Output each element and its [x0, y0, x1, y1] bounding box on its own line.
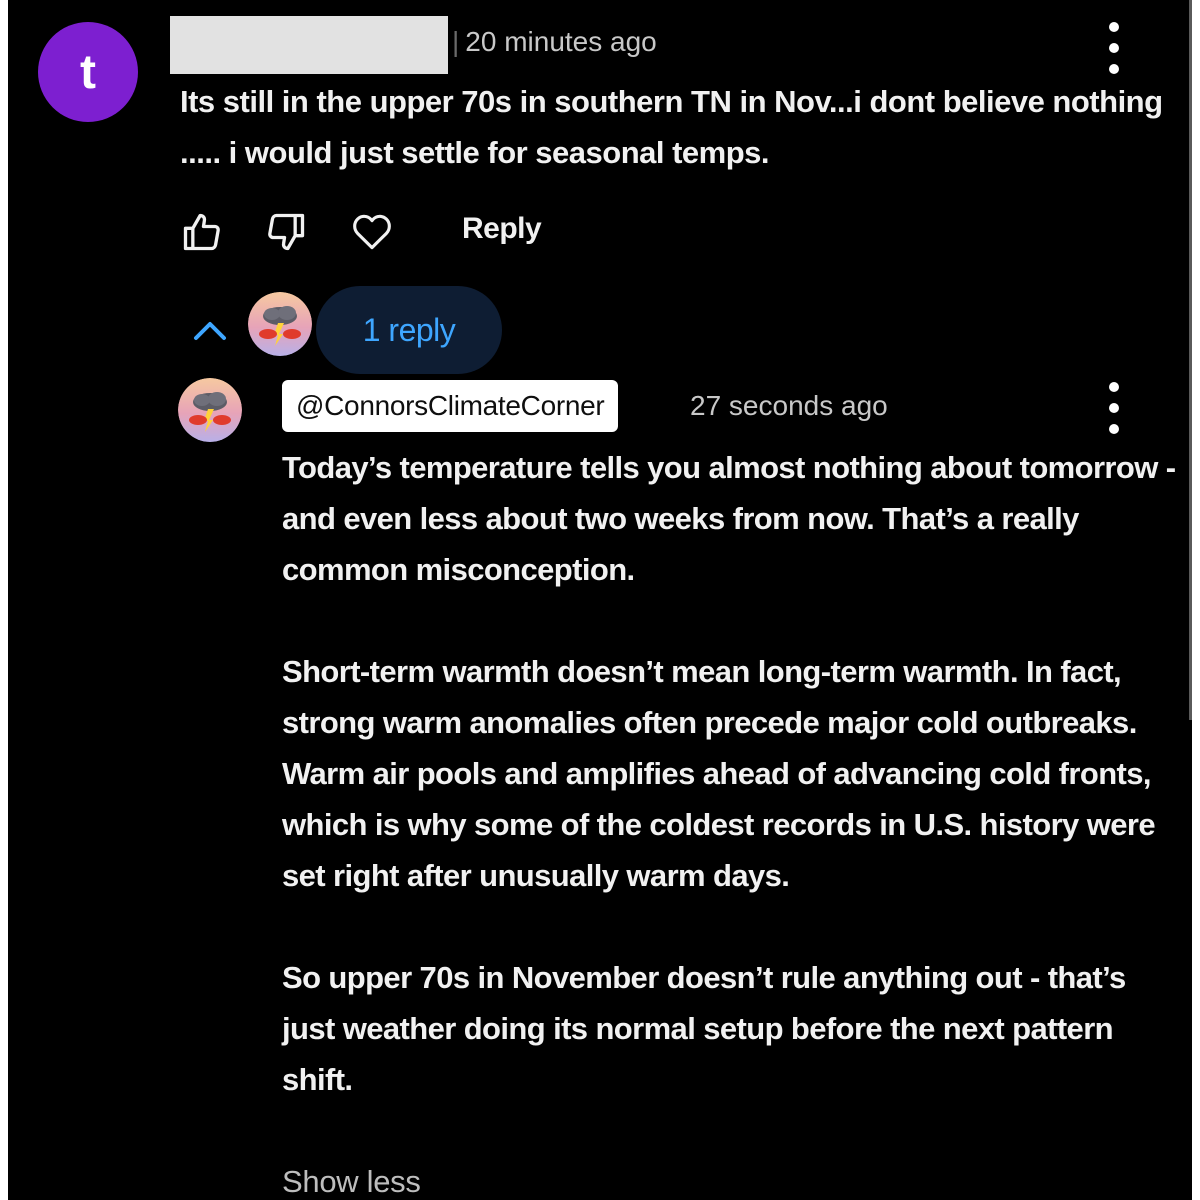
thumbs-up-icon[interactable] [180, 210, 224, 254]
heart-icon[interactable] [348, 210, 396, 254]
replies-toggle-button[interactable]: 1 reply [316, 286, 502, 374]
comment-more-vert-icon[interactable] [1106, 22, 1122, 74]
reply-more-vert-icon[interactable] [1106, 382, 1122, 434]
scrollbar[interactable] [1189, 0, 1192, 720]
reply-paragraph: So upper 70s in November doesn’t rule an… [282, 960, 1126, 1097]
redacted-author-name [170, 16, 448, 74]
chevron-up-icon[interactable] [190, 312, 230, 346]
commenter-avatar[interactable]: t [38, 22, 138, 122]
thumbs-down-icon[interactable] [264, 210, 308, 254]
reply-text: Today’s temperature tells you almost not… [282, 442, 1182, 1105]
show-less-button[interactable]: Show less [282, 1164, 421, 1200]
replies-count-label: 1 reply [362, 311, 456, 348]
comment-action-bar: Reply [180, 210, 580, 260]
reply-author-handle[interactable]: @ConnorsClimateCorner [282, 380, 619, 432]
comment-text: Its still in the upper 70s in southern T… [180, 84, 1163, 170]
reply-paragraph: Short-term warmth doesn’t mean long-term… [282, 654, 1156, 893]
replier-avatar[interactable] [178, 378, 242, 442]
comments-panel: t | 20 minutes ago Its still in the upper… [8, 0, 1192, 1200]
reply-author-handle-text: @ConnorsClimateCorner [296, 390, 605, 421]
reply-paragraph: Today’s temperature tells you almost not… [282, 450, 1176, 587]
comment-meta: | 20 minutes ago [452, 26, 657, 57]
reply-timestamp[interactable]: 27 seconds ago [690, 390, 888, 422]
replier-avatar-small [248, 292, 312, 356]
reply-button[interactable]: Reply [462, 212, 542, 246]
comment-timestamp[interactable]: 20 minutes ago [465, 26, 656, 57]
